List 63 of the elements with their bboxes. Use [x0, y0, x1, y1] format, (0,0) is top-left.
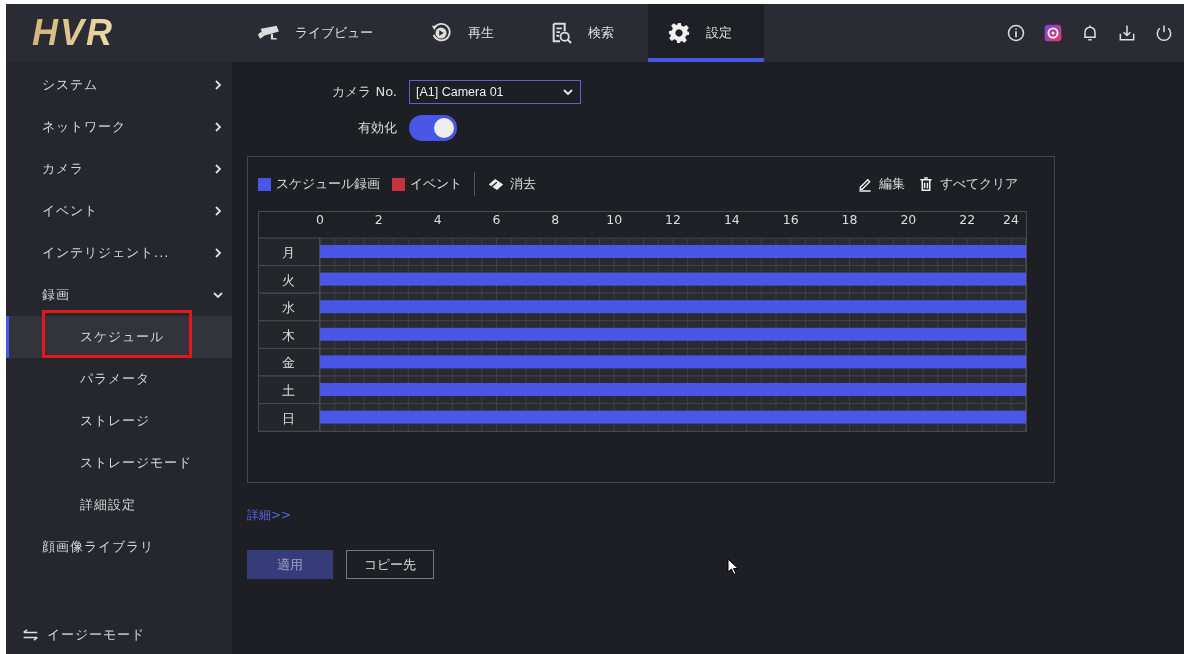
sidebar-item[interactable]: 録画	[6, 274, 232, 316]
hour-label: 10	[606, 212, 623, 227]
sidebar-item[interactable]: システム	[6, 64, 232, 106]
hour-label: 14	[723, 212, 740, 227]
sidebar-subitem[interactable]: スケジュール	[6, 316, 232, 358]
hour-label: 0	[316, 212, 324, 227]
hour-label: 24	[1003, 212, 1019, 227]
details-link[interactable]: 詳細>>	[247, 507, 292, 524]
nav-tab[interactable]: ライブビュー	[245, 4, 410, 62]
camera-app-icon[interactable]	[1043, 23, 1063, 43]
copy-button[interactable]: コピー先	[346, 550, 434, 579]
erase-tool[interactable]: 消去	[487, 175, 536, 193]
swap-arrows-icon[interactable]	[22, 628, 39, 642]
day-label: 土	[282, 383, 295, 398]
pencil-icon	[856, 176, 874, 192]
camera-select[interactable]: [A1] Camera 01	[409, 80, 581, 104]
enable-toggle[interactable]	[409, 115, 457, 141]
day-label: 金	[282, 355, 295, 371]
legend-swatch[interactable]	[258, 177, 271, 191]
clear-all-button[interactable]: すべてクリア	[917, 175, 1018, 193]
sidebar-item[interactable]: インテリジェント...	[6, 232, 232, 274]
hour-label: 8	[551, 212, 560, 227]
sidebar-subitem[interactable]: ストレージ	[6, 400, 232, 442]
legend-label: スケジュール録画	[276, 175, 380, 193]
camera-label: カメラ No.	[331, 83, 398, 101]
day-label: 木	[282, 327, 295, 343]
nav-tab[interactable]: 再生	[410, 4, 530, 62]
sidebar-item[interactable]: イベント	[6, 190, 232, 232]
edit-button[interactable]: 編集	[856, 175, 905, 193]
sidebar-subitem[interactable]: ストレージモード	[6, 442, 232, 484]
nav-tab[interactable]: 検索	[530, 4, 648, 62]
caret-icon	[562, 86, 574, 98]
hour-label: 16	[782, 212, 799, 227]
settings-icon	[666, 22, 692, 44]
sidebar-item[interactable]: 顔画像ライブラリ	[6, 526, 232, 568]
legend-swatch[interactable]	[392, 177, 405, 191]
trash-icon	[917, 176, 935, 192]
eraser-icon	[487, 176, 505, 192]
enable-label: 有効化	[357, 119, 398, 137]
hour-label: 2	[374, 212, 383, 227]
sidebar-subitem[interactable]: パラメータ	[6, 358, 232, 400]
mouse-cursor-icon	[727, 558, 739, 576]
hour-label: 22	[959, 212, 976, 227]
hour-label: 4	[433, 212, 442, 227]
day-label: 月	[282, 245, 295, 260]
hour-label: 20	[900, 212, 917, 227]
power-icon[interactable]	[1154, 23, 1174, 43]
hour-label: 12	[665, 212, 681, 227]
day-label: 日	[282, 410, 295, 426]
schedule-bar[interactable]	[320, 300, 1026, 314]
info-icon[interactable]	[1006, 23, 1026, 43]
easy-mode-link[interactable]: イージーモード	[47, 626, 145, 644]
hour-label: 6	[492, 212, 501, 227]
schedule-bar[interactable]	[320, 355, 1026, 369]
sidebar-item[interactable]: カメラ	[6, 148, 232, 190]
nav-tab[interactable]: 設定	[648, 4, 764, 62]
download-icon[interactable]	[1117, 23, 1137, 43]
hour-label: 18	[841, 212, 858, 227]
day-label: 水	[282, 300, 295, 316]
sidebar-item[interactable]: ネットワーク	[6, 106, 232, 148]
legend-label: イベント	[410, 175, 462, 193]
sidebar-subitem[interactable]: 詳細設定	[6, 484, 232, 526]
day-label: 火	[282, 272, 295, 288]
